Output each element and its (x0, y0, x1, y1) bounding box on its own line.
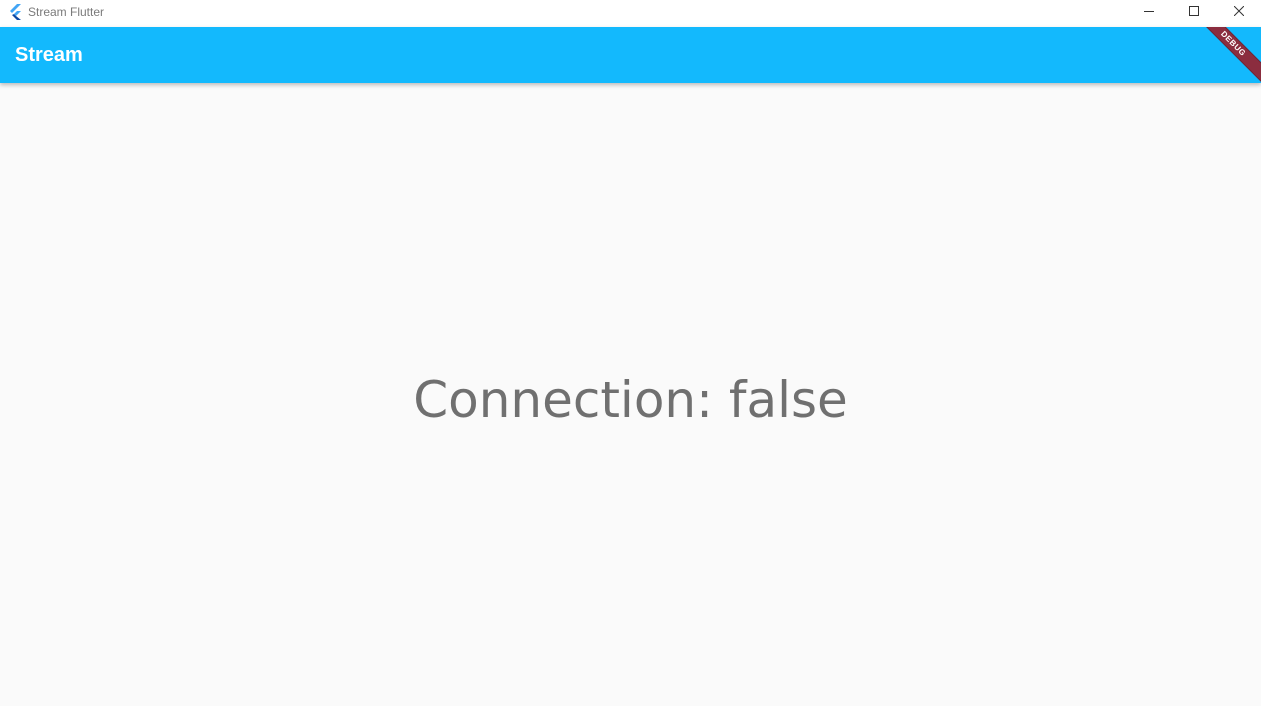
debug-banner: DEBUG (1189, 27, 1261, 83)
maximize-icon (1189, 3, 1199, 21)
window-titlebar[interactable]: Stream Flutter (0, 0, 1261, 24)
main-content: Connection: false (0, 83, 1261, 706)
window-title: Stream Flutter (28, 5, 105, 19)
close-button[interactable] (1216, 0, 1261, 24)
maximize-button[interactable] (1171, 0, 1217, 24)
connection-status-text: Connection: false (413, 370, 848, 429)
minimize-button[interactable] (1126, 0, 1172, 24)
minimize-icon (1144, 3, 1154, 21)
app-bar: Stream DEBUG (0, 27, 1261, 83)
flutter-logo-icon (8, 4, 22, 20)
app-bar-title: Stream (15, 44, 83, 66)
close-icon (1233, 3, 1245, 21)
app-window: Stream Flutter Stream DEBUG Connection: … (0, 0, 1261, 706)
